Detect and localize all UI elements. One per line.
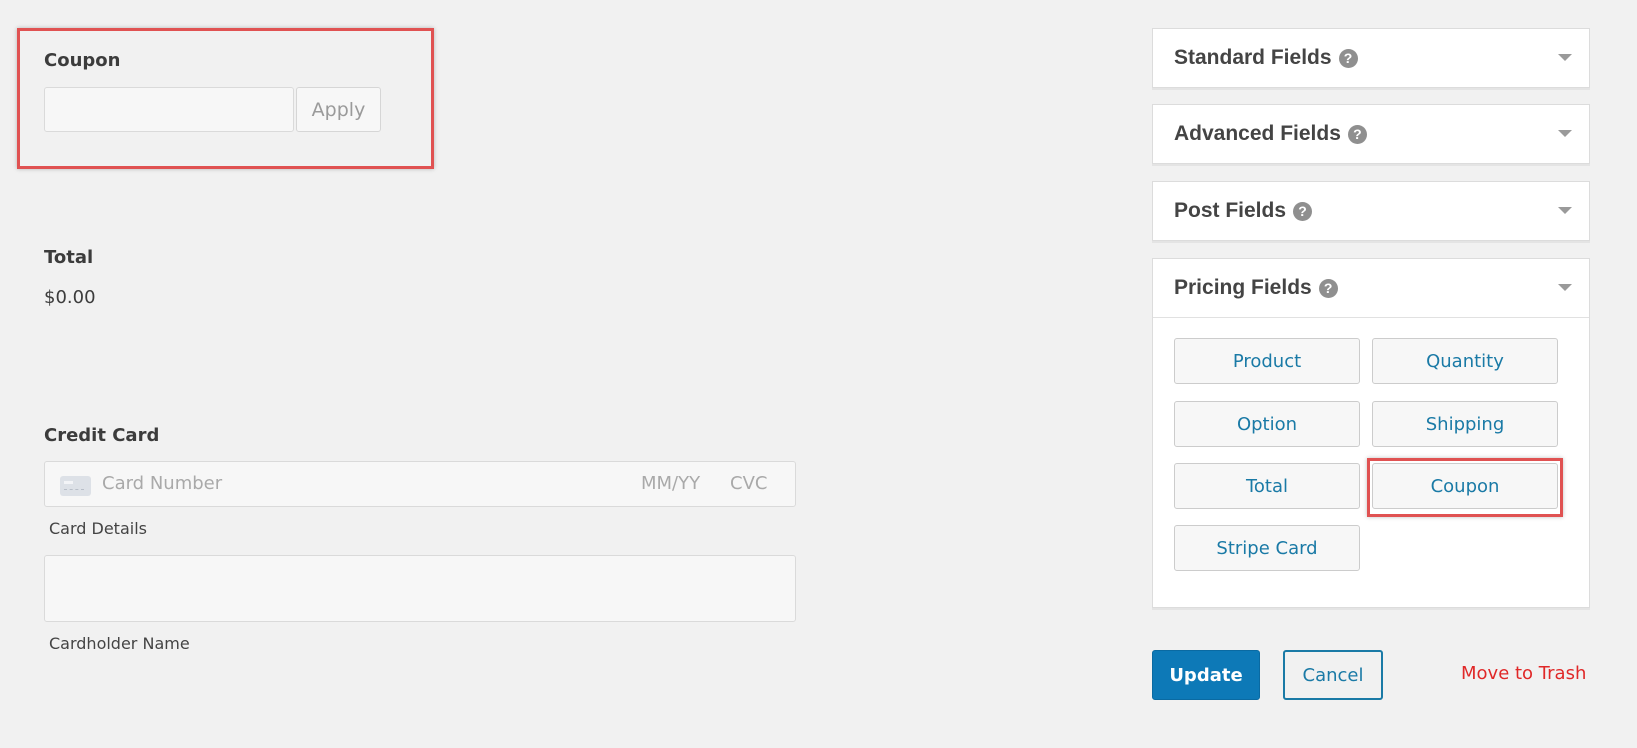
cancel-button[interactable]: Cancel [1283,650,1383,700]
standard-fields-panel: Standard Fields ? [1152,28,1590,88]
help-icon[interactable]: ? [1338,48,1358,68]
panel-title: Standard Fields [1174,46,1332,69]
caret-down-icon[interactable] [1558,54,1572,61]
advanced-fields-panel: Advanced Fields ? [1152,104,1590,164]
caret-down-icon[interactable] [1558,130,1572,137]
help-icon[interactable]: ? [1293,201,1313,221]
caret-down-icon[interactable] [1558,284,1572,291]
panel-title: Advanced Fields [1174,122,1341,145]
add-product-field-button[interactable]: Product [1174,338,1360,384]
add-total-field-button[interactable]: Total [1174,463,1360,509]
add-quantity-field-button[interactable]: Quantity [1372,338,1558,384]
add-coupon-field-button[interactable]: Coupon [1372,463,1558,509]
add-shipping-field-button[interactable]: Shipping [1372,401,1558,447]
pricing-fields-panel: Pricing Fields ? Product Quantity Option… [1152,258,1590,608]
caret-down-icon[interactable] [1558,207,1572,214]
pricing-fields-body: Product Quantity Option Shipping Total C… [1153,317,1589,607]
move-to-trash-link[interactable]: Move to Trash [1461,663,1586,684]
credit-card-label: Credit Card [44,425,160,446]
total-label: Total [44,247,94,268]
update-button[interactable]: Update [1152,650,1260,700]
panel-title: Post Fields [1174,199,1287,222]
pricing-fields-toggle[interactable]: Pricing Fields ? [1153,259,1589,317]
card-details-input[interactable]: Card Number MM/YY CVC [44,461,796,507]
coupon-label: Coupon [44,50,121,71]
panel-title: Pricing Fields [1174,276,1312,299]
help-icon[interactable]: ? [1318,278,1338,298]
cardholder-name-input[interactable] [44,555,796,622]
apply-coupon-button[interactable]: Apply [296,87,381,132]
standard-fields-toggle[interactable]: Standard Fields ? [1153,29,1589,87]
advanced-fields-toggle[interactable]: Advanced Fields ? [1153,105,1589,163]
cardholder-name-label: Cardholder Name [49,634,190,653]
total-value: $0.00 [44,287,96,308]
card-details-label: Card Details [49,519,147,538]
form-editor-page: Coupon Apply Total $0.00 Credit Card Car… [0,0,1637,748]
post-fields-toggle[interactable]: Post Fields ? [1153,182,1589,240]
expiry-placeholder: MM/YY [641,473,701,494]
add-option-field-button[interactable]: Option [1174,401,1360,447]
help-icon[interactable]: ? [1347,124,1367,144]
card-number-placeholder: Card Number [102,473,223,494]
credit-card-icon [60,476,91,496]
post-fields-panel: Post Fields ? [1152,181,1590,241]
cvc-placeholder: CVC [730,473,768,494]
add-stripe-card-field-button[interactable]: Stripe Card [1174,525,1360,571]
coupon-input[interactable] [44,87,294,132]
